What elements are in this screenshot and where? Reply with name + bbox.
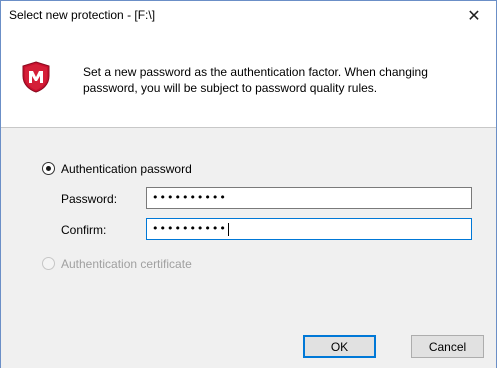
close-button[interactable]: ✕ — [452, 1, 496, 31]
confirm-label: Confirm: — [61, 223, 107, 237]
cancel-button[interactable]: Cancel — [411, 335, 484, 358]
authentication-certificate-label: Authentication certificate — [61, 257, 192, 271]
authentication-certificate-radio[interactable] — [42, 257, 55, 270]
window-title: Select new protection - [F:\] — [9, 8, 156, 22]
confirm-value: •••••••••• — [152, 222, 227, 235]
password-label: Password: — [61, 192, 118, 206]
radio-selected-dot — [46, 166, 51, 171]
authentication-password-radio[interactable] — [42, 162, 55, 175]
ok-button[interactable]: OK — [303, 335, 376, 358]
authentication-password-label[interactable]: Authentication password — [61, 162, 192, 176]
text-caret — [227, 222, 229, 236]
close-icon: ✕ — [467, 8, 481, 25]
title-bar[interactable]: Select new protection - [F:\] ✕ — [1, 1, 496, 31]
info-message: Set a new password as the authentication… — [83, 65, 428, 95]
select-protection-dialog: Select new protection - [F:\] ✕ Set a ne… — [0, 0, 497, 368]
password-value: •••••••••• — [152, 191, 227, 204]
confirm-password-field[interactable]: •••••••••• — [146, 218, 472, 240]
password-field[interactable]: •••••••••• — [146, 187, 472, 209]
mcafee-shield-icon — [22, 61, 50, 93]
